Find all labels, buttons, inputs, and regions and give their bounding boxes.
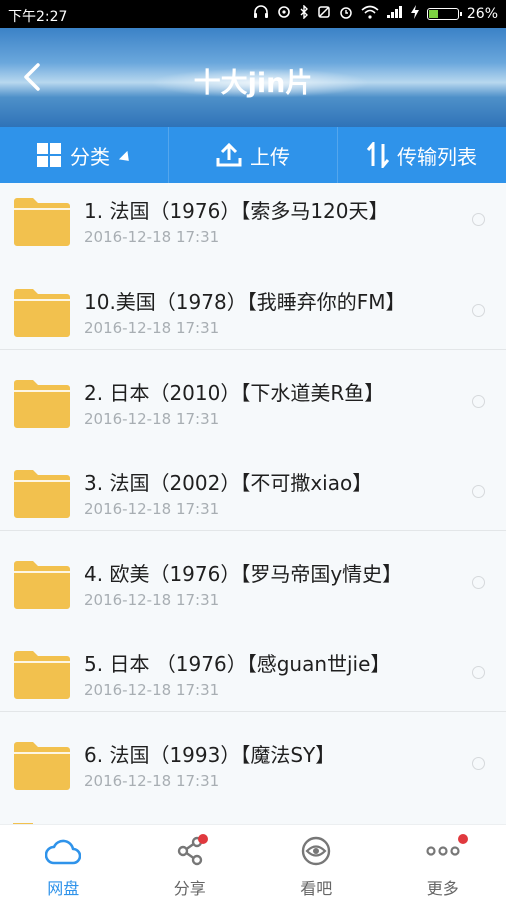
nav-more[interactable]: 更多 — [380, 825, 506, 901]
file-date: 2016-12-18 17:31 — [84, 410, 219, 428]
dropdown-caret-icon — [119, 151, 133, 165]
nav-netdisk-label: 网盘 — [0, 875, 127, 899]
file-date: 2016-12-18 17:31 — [84, 591, 219, 609]
battery-level: 26% — [467, 6, 498, 22]
folder-icon — [13, 558, 71, 610]
file-date: 2016-12-18 17:31 — [84, 228, 219, 246]
status-bar: 下午2:27 26% — [0, 0, 506, 28]
nav-share[interactable]: 分享 — [127, 825, 254, 901]
sync-icon — [277, 5, 291, 23]
file-row[interactable]: 4. 欧美（1976）【罗马帝国y情史】 2016-12-18 17:31 — [0, 530, 506, 622]
nav-netdisk[interactable]: 网盘 — [0, 825, 127, 901]
nav-watch-label: 看吧 — [253, 875, 380, 899]
select-radio[interactable] — [472, 213, 485, 226]
headphones-icon — [253, 5, 269, 23]
transfer-list-button[interactable]: 传输列表 — [337, 127, 506, 183]
file-name: 4. 欧美（1976）【罗马帝国y情史】 — [84, 558, 402, 587]
file-date: 2016-12-18 17:31 — [84, 681, 219, 699]
file-name: 10.美国（1978）【我睡弃你的FM】 — [84, 286, 405, 315]
select-radio[interactable] — [472, 304, 485, 317]
file-row[interactable]: 2. 日本（2010）【下水道美R鱼】 2016-12-18 17:31 — [0, 349, 506, 441]
file-date: 2016-12-18 17:31 — [84, 319, 219, 337]
battery-icon — [427, 8, 459, 20]
file-name: 3. 法国（2002）【不可撒xiao】 — [84, 467, 372, 496]
page-title: 十大jin片 — [0, 61, 506, 100]
file-name: 1. 法国（1976）【索多马120天】 — [84, 195, 389, 224]
folder-icon — [13, 467, 71, 519]
cloud-icon — [45, 835, 81, 867]
alarm-icon — [339, 5, 353, 23]
signal-icon — [387, 6, 403, 22]
upload-button[interactable]: 上传 — [168, 127, 337, 183]
nav-watch[interactable]: 看吧 — [253, 825, 380, 901]
file-name: 5. 日本 （1976）【感guan世jie】 — [84, 648, 390, 677]
more-icon — [426, 835, 460, 867]
more-badge — [458, 834, 468, 844]
wifi-icon — [361, 5, 379, 23]
toolbar: 分类 上传 传输列表 — [0, 127, 506, 183]
select-radio[interactable] — [472, 666, 485, 679]
bluetooth-icon — [299, 5, 309, 23]
category-button[interactable]: 分类 — [0, 127, 168, 183]
status-icons: 26% — [253, 5, 498, 23]
file-row[interactable]: 10.美国（1978）【我睡弃你的FM】 2016-12-18 17:31 — [0, 259, 506, 350]
file-list: 1. 法国（1976）【索多马120天】2016-12-18 17:3110.美… — [0, 183, 506, 824]
file-name: 2. 日本（2010）【下水道美R鱼】 — [84, 377, 384, 406]
file-row[interactable]: 1. 法国（1976）【索多马120天】 2016-12-18 17:31 — [0, 183, 506, 259]
upload-label: 上传 — [250, 141, 290, 170]
transfer-label: 传输列表 — [397, 141, 477, 170]
select-radio[interactable] — [472, 757, 485, 770]
eye-icon — [300, 835, 332, 867]
transfer-icon — [367, 142, 389, 168]
file-date: 2016-12-18 17:31 — [84, 500, 219, 518]
file-date: 2016-12-18 17:31 — [84, 772, 219, 790]
charging-icon — [411, 5, 419, 23]
file-row[interactable]: 5. 日本 （1976）【感guan世jie】 2016-12-18 17:31 — [0, 621, 506, 712]
folder-icon — [13, 286, 71, 338]
nav-more-label: 更多 — [380, 875, 506, 899]
select-radio[interactable] — [472, 485, 485, 498]
folder-icon — [13, 377, 71, 429]
grid-icon — [36, 142, 62, 168]
mute-icon — [317, 5, 331, 23]
upload-icon — [216, 142, 242, 168]
file-name: 6. 法国（1993）【魔法SY】 — [84, 739, 335, 768]
folder-icon — [13, 739, 71, 791]
folder-icon — [13, 195, 71, 247]
select-radio[interactable] — [472, 395, 485, 408]
select-radio[interactable] — [472, 576, 485, 589]
header: 十大jin片 — [0, 28, 506, 127]
file-row[interactable]: 3. 法国（2002）【不可撒xiao】 2016-12-18 17:31 — [0, 440, 506, 531]
file-row[interactable]: 6. 法国（1993）【魔法SY】 2016-12-18 17:31 — [0, 711, 506, 803]
nav-share-label: 分享 — [127, 875, 254, 899]
status-time: 下午2:27 — [8, 6, 67, 26]
category-label: 分类 — [70, 141, 110, 170]
share-badge — [198, 834, 208, 844]
folder-icon — [13, 648, 71, 700]
bottom-nav: 网盘 分享 看吧 更多 — [0, 824, 506, 901]
